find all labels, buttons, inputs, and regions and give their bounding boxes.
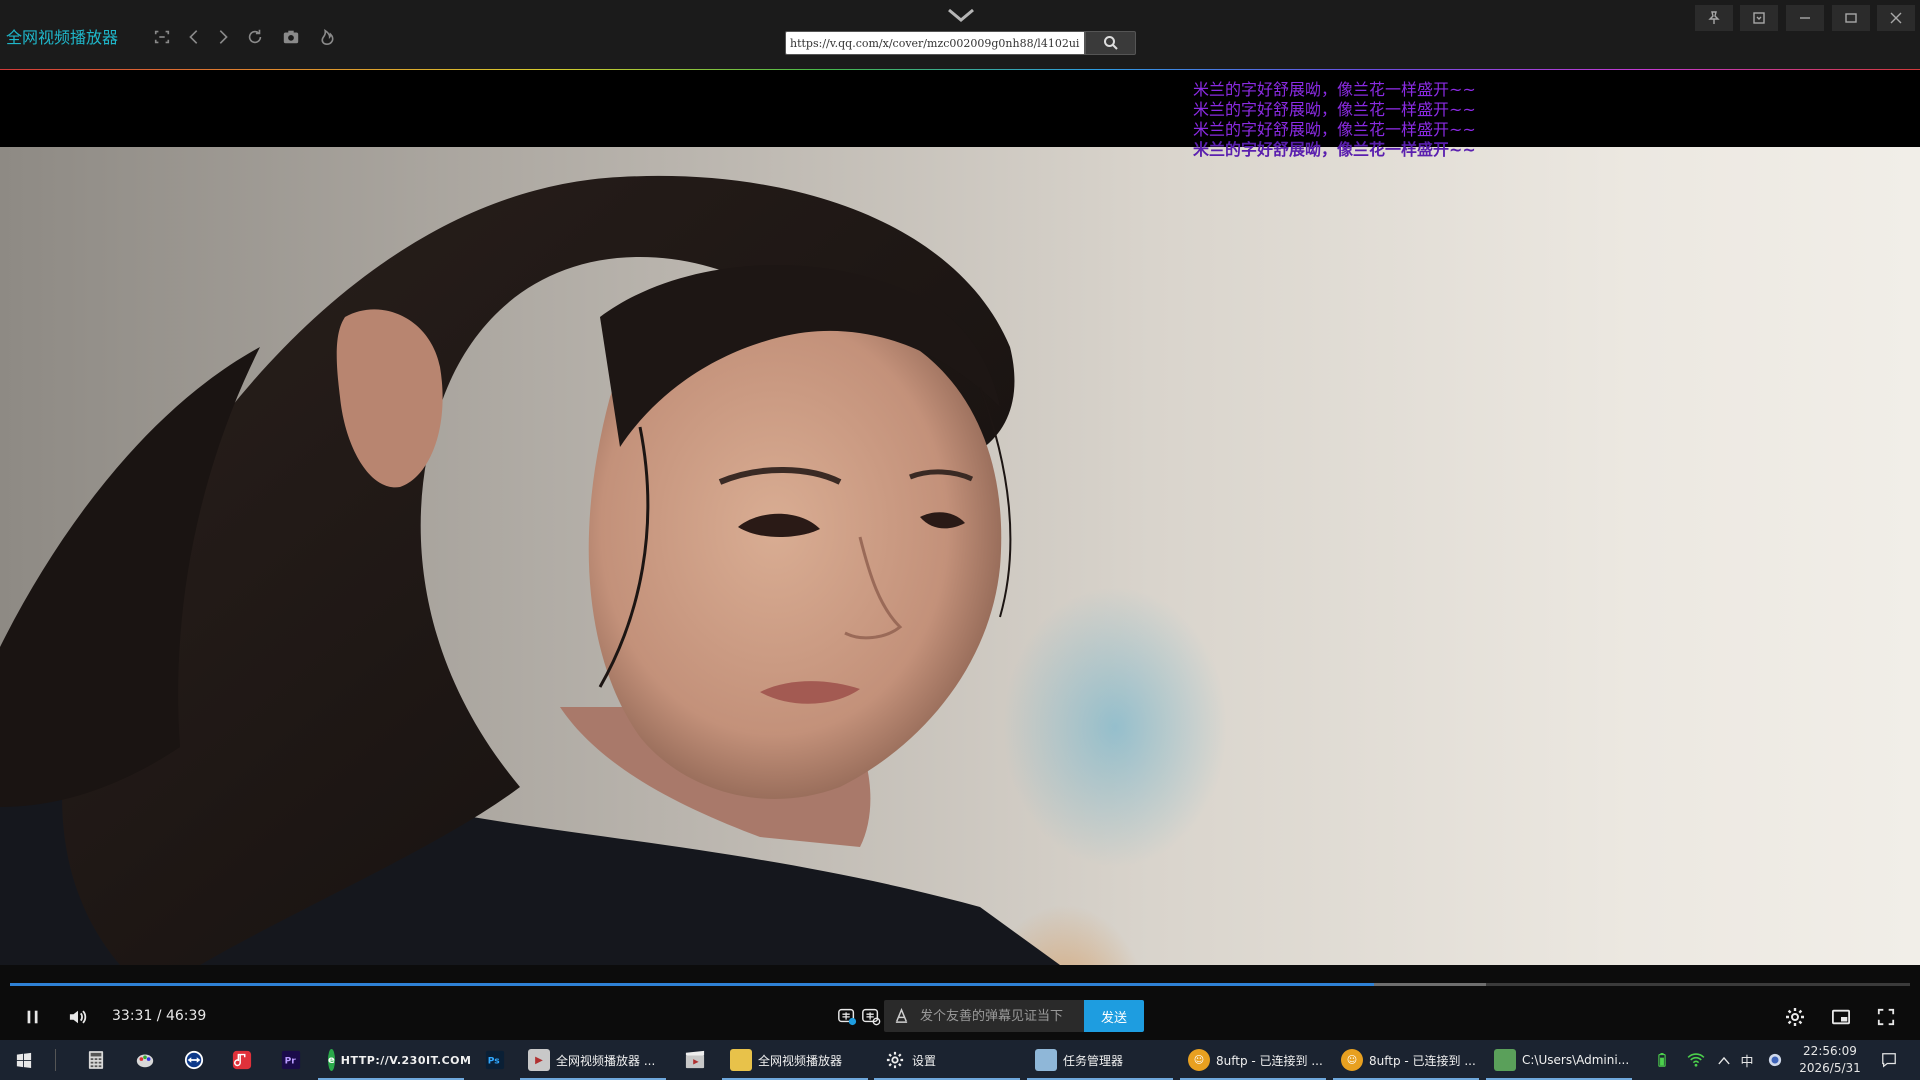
browser-icon: e: [328, 1049, 335, 1071]
mini-mode-button[interactable]: [1740, 5, 1778, 31]
danmaku-comment: 米兰的字好舒展呦，像兰花一样盛开~~: [1193, 80, 1476, 99]
volume-icon: [69, 1010, 87, 1024]
fullscreen-icon: [1877, 1008, 1895, 1026]
taskbar-item-task-manager[interactable]: 任务管理器: [1027, 1040, 1173, 1080]
windows-taskbar: Pr e HTTP://V.230IT.COM Ps ▶ 全网视频播放器 ...…: [0, 1040, 1920, 1080]
video-frame: [0, 147, 1920, 965]
ftp-icon: ☺: [1341, 1049, 1363, 1071]
text-style-icon[interactable]: [894, 1008, 909, 1023]
title-bar: 全网视频播放器: [0, 0, 1920, 70]
clapper-icon[interactable]: [681, 1040, 709, 1080]
notepad-icon: [1494, 1049, 1516, 1071]
photoshop-icon[interactable]: Ps: [481, 1040, 509, 1080]
paint-icon[interactable]: [131, 1040, 159, 1080]
folder-icon: [730, 1049, 752, 1071]
taskbar-item-label: 任务管理器: [1063, 1053, 1124, 1068]
taskbar-item-settings[interactable]: 设置: [874, 1040, 1020, 1080]
premiere-icon[interactable]: Pr: [277, 1040, 305, 1080]
taskbar-item-label: 8uftp - 已连接到 ...: [1369, 1053, 1476, 1068]
fullscreen-toggle-icon[interactable]: [151, 26, 173, 48]
clock-date: 2026/5/31: [1799, 1061, 1861, 1075]
refresh-icon[interactable]: [244, 26, 266, 48]
app-title: 全网视频播放器: [6, 28, 119, 47]
music-app-icon[interactable]: [228, 1040, 256, 1080]
maximize-icon: [1845, 13, 1857, 23]
url-input[interactable]: [786, 32, 1084, 55]
wifi-icon[interactable]: [1685, 1040, 1707, 1080]
minimize-icon: [1800, 17, 1810, 19]
chevron-down-icon[interactable]: [946, 6, 976, 26]
progress-played: [10, 983, 1375, 986]
taskbar-item-browser[interactable]: e HTTP://V.230IT.COM: [318, 1040, 471, 1080]
danmaku-comment: 米兰的字好舒展呦，像兰花一样盛开~~: [1193, 140, 1476, 159]
back-icon[interactable]: [183, 26, 205, 48]
hot-icon[interactable]: [316, 26, 338, 48]
screenshot-icon[interactable]: [280, 26, 302, 48]
taskbar-item-label: 设置: [912, 1053, 937, 1068]
taskbar-item-label: 全网视频播放器: [758, 1053, 843, 1068]
progress-bar[interactable]: [10, 983, 1910, 986]
minimize-button[interactable]: [1786, 5, 1824, 31]
calculator-icon[interactable]: [82, 1040, 110, 1080]
close-button[interactable]: [1877, 5, 1915, 31]
url-search-button[interactable]: [1085, 31, 1136, 55]
clock-time: 22:56:09: [1803, 1044, 1857, 1058]
pin-icon: [1708, 11, 1720, 24]
mini-mode-icon: [1753, 12, 1765, 24]
video-still-image: [0, 175, 1060, 965]
danmaku-settings-icon: [862, 1008, 881, 1026]
forward-icon[interactable]: [212, 26, 234, 48]
url-bar[interactable]: [785, 31, 1085, 55]
clapper-icon: ▶: [528, 1049, 550, 1071]
svg-text:Ps: Ps: [488, 1057, 500, 1067]
notification-icon[interactable]: [1876, 1040, 1902, 1080]
pause-icon: [27, 1010, 38, 1024]
taskbar-item-label: 全网视频播放器 ...: [556, 1053, 656, 1068]
svg-text:Pr: Pr: [285, 1057, 297, 1067]
danmaku-on-icon: [838, 1008, 857, 1026]
picture-in-picture-button[interactable]: [1829, 1006, 1853, 1028]
video-viewport[interactable]: 米兰的字好舒展呦，像兰花一样盛开~~ 米兰的字好舒展呦，像兰花一样盛开~~ 米兰…: [0, 70, 1920, 985]
danmaku-input[interactable]: [918, 1000, 1082, 1032]
danmaku-comment: 米兰的字好舒展呦，像兰花一样盛开~~: [1193, 120, 1476, 139]
volume-button[interactable]: [66, 1006, 90, 1028]
search-icon: [1103, 36, 1118, 50]
danmaku-settings-button[interactable]: [860, 1005, 882, 1027]
taskbar-item-ftp-1[interactable]: ☺ 8uftp - 已连接到 ...: [1180, 1040, 1326, 1080]
gear-icon: [1786, 1008, 1804, 1026]
teamviewer-icon[interactable]: [180, 1040, 208, 1080]
player-controls: 33:31 / 46:39 发送: [0, 965, 1920, 1040]
task-manager-icon: [1035, 1049, 1057, 1071]
settings-button[interactable]: [1784, 1006, 1806, 1028]
taskbar-item-label: 8uftp - 已连接到 ...: [1216, 1053, 1323, 1068]
pause-button[interactable]: [22, 1006, 44, 1028]
taskbar-item-folder[interactable]: 全网视频播放器: [722, 1040, 868, 1080]
danmaku-input-box[interactable]: [884, 1000, 1084, 1032]
taskbar-item-label: C:\Users\Admini...: [1522, 1053, 1630, 1067]
pin-button[interactable]: [1695, 5, 1733, 31]
system-clock[interactable]: 22:56:09 2026/5/31: [1788, 1043, 1872, 1077]
send-danmaku-button[interactable]: 发送: [1084, 1000, 1144, 1032]
taskbar-item-player-1[interactable]: ▶ 全网视频播放器 ...: [520, 1040, 666, 1080]
taskbar-item-label: HTTP://V.230IT.COM: [340, 1053, 472, 1067]
danmaku-comment: 米兰的字好舒展呦，像兰花一样盛开~~: [1193, 100, 1476, 119]
chevron-up-icon[interactable]: [1714, 1040, 1734, 1080]
battery-icon[interactable]: [1652, 1040, 1672, 1080]
close-icon: [1890, 12, 1902, 24]
ime-indicator[interactable]: 中: [1737, 1040, 1757, 1080]
time-display: 33:31 / 46:39: [112, 1008, 207, 1024]
gear-icon: [884, 1049, 906, 1071]
maximize-button[interactable]: [1832, 5, 1870, 31]
danmaku-toggle-button[interactable]: [836, 1005, 858, 1027]
taskbar-item-notepad[interactable]: C:\Users\Admini...: [1486, 1040, 1632, 1080]
ftp-icon: ☺: [1188, 1049, 1210, 1071]
browser-tray-icon[interactable]: [1765, 1040, 1785, 1080]
taskbar-separator: [54, 1040, 56, 1080]
fullscreen-button[interactable]: [1875, 1006, 1897, 1028]
picture-in-picture-icon: [1832, 1009, 1850, 1025]
taskbar-item-ftp-2[interactable]: ☺ 8uftp - 已连接到 ...: [1333, 1040, 1479, 1080]
windows-start-icon[interactable]: [10, 1040, 38, 1080]
